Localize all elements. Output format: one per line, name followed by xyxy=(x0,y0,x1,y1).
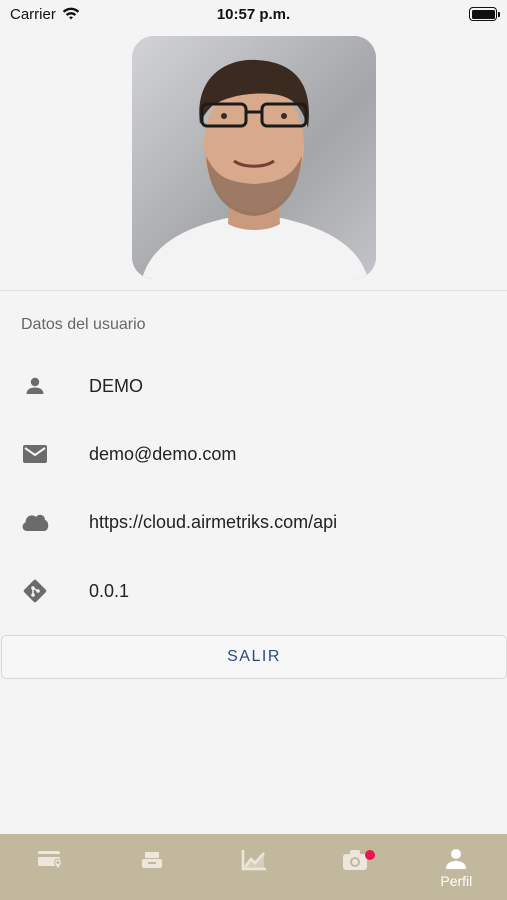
email-value: demo@demo.com xyxy=(89,443,237,464)
tab-camera[interactable] xyxy=(304,834,405,900)
git-icon xyxy=(20,576,50,606)
person-icon xyxy=(446,849,467,869)
battery-icon xyxy=(469,7,500,21)
logout-button-label: SALIR xyxy=(227,648,281,665)
tab-charts[interactable] xyxy=(203,834,304,900)
user-row: DEMO xyxy=(0,366,507,406)
section-title: Datos del usuario xyxy=(21,316,146,333)
person-icon xyxy=(20,371,50,401)
chart-icon xyxy=(241,850,266,871)
tab-inventory[interactable] xyxy=(101,834,202,900)
cloud-icon xyxy=(20,507,50,537)
camera-badge xyxy=(364,850,375,860)
location-card-icon xyxy=(37,851,62,870)
status-bar: Carrier 10:57 p.m. xyxy=(0,0,507,28)
divider xyxy=(0,290,507,291)
avatar xyxy=(132,36,376,279)
tab-bar: Perfil xyxy=(0,834,507,900)
tab-profile[interactable]: Perfil xyxy=(406,834,507,900)
carrier-label: Carrier xyxy=(10,5,56,23)
tray-icon xyxy=(142,852,163,868)
server-row: https://cloud.airmetriks.com/api xyxy=(0,502,507,542)
tab-profile-label: Perfil xyxy=(440,873,473,889)
version-value: 0.0.1 xyxy=(89,580,130,601)
status-left: Carrier xyxy=(10,6,80,23)
server-url-value: https://cloud.airmetriks.com/api xyxy=(89,511,338,532)
tab-locations[interactable] xyxy=(0,834,101,900)
wifi-icon xyxy=(62,7,80,20)
avatar-photo xyxy=(132,36,376,279)
username-value: DEMO xyxy=(89,375,143,396)
mail-icon xyxy=(20,439,50,469)
version-row: 0.0.1 xyxy=(0,571,507,611)
logout-button[interactable]: SALIR xyxy=(1,635,507,679)
email-row: demo@demo.com xyxy=(0,434,507,474)
